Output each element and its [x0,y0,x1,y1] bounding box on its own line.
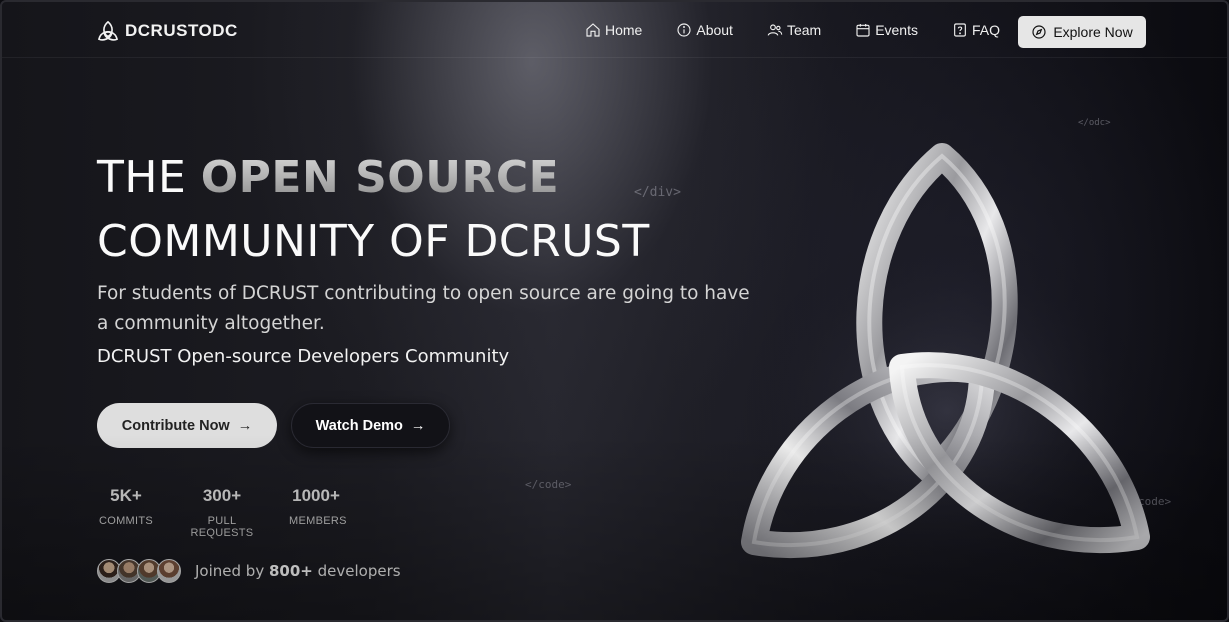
stat-value: 1000+ [292,486,340,505]
brand-name: DCRUSTODC [125,21,238,40]
joined-text: Joined by 800+ developers [195,562,401,580]
code-tag-decor: </odc> [1078,118,1111,128]
info-icon [677,23,691,37]
joined-developers: Joined by 800+ developers [97,559,401,583]
stat-label: PULL REQUESTS [190,515,254,539]
nav-item-faq[interactable]: FAQ [952,22,1000,38]
code-tag-decor: </code> [525,478,572,491]
question-icon [954,23,966,37]
home-icon [586,23,600,37]
stat-value: 5K+ [110,486,142,505]
arrow-right-icon: → [410,417,426,434]
hero-subtext: For students of DCRUST contributing to o… [97,283,750,334]
stat-label: MEMBERS [289,515,347,527]
joined-prefix: Joined by [195,562,265,580]
brand-logo[interactable]: DCRUSTODC [97,21,238,41]
nav-item-events[interactable]: Events [855,22,918,38]
stat-commits: 5K+ COMMITS [97,486,155,539]
nav-item-label: Team [786,22,822,38]
avatar [157,559,181,583]
arrow-right-icon: → [237,417,253,434]
explore-now-label: Explore Now [1053,24,1133,40]
contribute-now-button[interactable]: Contribute Now → [97,403,277,448]
nav-item-label: FAQ [972,22,1001,38]
triquetra-logo-icon [97,21,119,41]
nav-item-label: Home [605,22,643,38]
nav-item-label: Events [875,22,918,38]
stat-pull-requests: 300+ PULL REQUESTS [179,486,265,539]
stat-value: 300+ [202,486,242,505]
users-icon [767,24,783,36]
hero-headline: THE OPEN SOURCE COMMUNITY OF DCRUST [97,146,650,274]
stat-members: 1000+ MEMBERS [289,486,347,539]
watch-demo-button[interactable]: Watch Demo → [291,403,450,448]
nav-item-team[interactable]: Team [767,22,821,38]
avatar-group [97,559,181,583]
contribute-now-label: Contribute Now [121,417,230,434]
watch-demo-label: Watch Demo [315,417,403,434]
joined-count: 800+ [268,562,313,580]
compass-icon [1032,25,1046,39]
nav-item-about[interactable]: About [676,22,733,38]
main-nav: Home About Team Events FAQ [585,22,1000,38]
explore-now-button[interactable]: Explore Now [1018,16,1146,48]
hero-page: DCRUSTODC Home About Team Events FAQ Exp… [0,0,1229,622]
stat-label: COMMITS [98,515,154,527]
hero-tagline: DCRUST Open-source Developers Community [97,346,510,367]
nav-item-label: About [696,22,733,38]
navbar: DCRUSTODC Home About Team Events FAQ Exp… [2,2,1227,58]
joined-suffix: developers [317,562,401,580]
stats-row: 5K+ COMMITS 300+ PULL REQUESTS 1000+ MEM… [97,486,367,539]
headline-line-2: COMMUNITY OF DCRUST [97,216,650,267]
nav-item-home[interactable]: Home [585,22,642,38]
headline-prefix: THE [97,152,187,203]
calendar-icon [856,24,870,37]
triquetra-knot-illustration [732,143,1162,582]
headline-accent: OPEN SOURCE [200,152,560,203]
